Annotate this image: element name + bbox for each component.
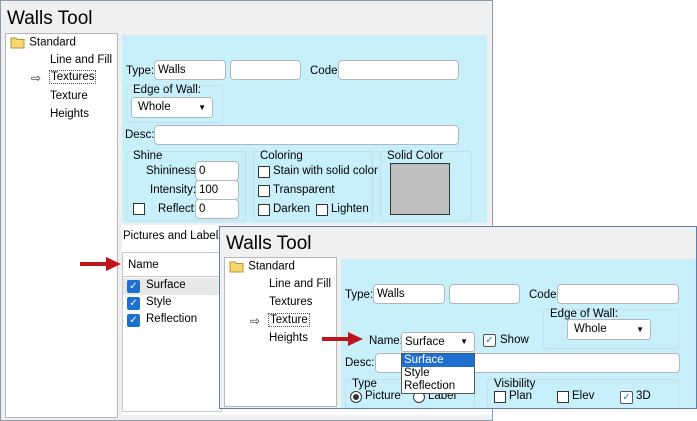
table-row[interactable]: ✓ Reflection [123, 312, 221, 329]
stain-checkbox[interactable] [258, 166, 270, 178]
tree-item-textures[interactable]: Textures [269, 296, 312, 308]
edge-of-wall-dropdown[interactable]: Whole ▼ [131, 97, 213, 118]
table-row[interactable]: ✓ Surface [123, 278, 221, 295]
coloring-label: Coloring [260, 150, 303, 162]
stain-label: Stain with solid color [273, 165, 378, 177]
tree-item-line-and-fill[interactable]: Line and Fill [269, 278, 331, 290]
transparent-label: Transparent [273, 184, 335, 196]
visibility-label: Visibility [494, 378, 536, 390]
red-arrow-icon [322, 332, 363, 346]
tree-root-label: Standard [248, 260, 295, 273]
lighten-checkbox[interactable] [316, 204, 328, 216]
tree-item-heights[interactable]: Heights [50, 108, 89, 120]
show-label: Show [500, 334, 529, 346]
plan-checkbox[interactable] [494, 391, 506, 403]
three-d-label: 3D [636, 390, 651, 402]
reflect-checkbox[interactable] [133, 203, 145, 215]
name-dropdown-list: Surface Style Reflection [401, 353, 475, 394]
shininess-input[interactable]: 0 [195, 161, 239, 181]
row-label: Style [146, 296, 172, 308]
front-window-title: Walls Tool [226, 233, 312, 254]
name-option-surface[interactable]: Surface [402, 354, 474, 367]
elev-checkbox[interactable] [557, 391, 569, 403]
picture-radio[interactable] [350, 391, 362, 403]
tree-item-heights[interactable]: Heights [269, 332, 308, 344]
front-form-panel: Type: Walls Code: Edge of Wall: Whole ▼ … [341, 259, 696, 408]
pictures-table: Name ✓ Surface ✓ Style ✓ Reflection [122, 252, 222, 412]
pictures-and-labels-header: Pictures and Labels [123, 230, 225, 242]
row-label: Surface [146, 279, 186, 291]
code-input[interactable] [338, 60, 459, 80]
edge-of-wall-value: Whole [138, 101, 171, 113]
type-input[interactable]: Walls [154, 60, 226, 80]
code-label: Code: [529, 289, 560, 301]
chevron-down-icon: ▼ [636, 325, 644, 334]
desc-label: Desc: [125, 129, 155, 141]
code-label: Code: [310, 65, 341, 77]
tree-root-label: Standard [29, 36, 76, 49]
radio-dot [353, 394, 359, 400]
tree-root-standard[interactable]: Standard [229, 260, 295, 273]
shininess-label: Shininess: [146, 165, 200, 177]
solid-color-label: Solid Color [387, 150, 444, 162]
type-group-label: Type [352, 378, 377, 390]
reflect-input[interactable]: 0 [195, 199, 239, 219]
elev-label: Elev [572, 390, 595, 402]
darken-label: Darken [273, 203, 311, 215]
desc-label: Desc: [345, 357, 375, 369]
edge-of-wall-dropdown[interactable]: Whole ▼ [567, 319, 651, 340]
tree-root-standard[interactable]: Standard [10, 36, 76, 49]
tree-item-textures-pointer-icon: ⇨ [31, 71, 42, 85]
edge-of-wall-value: Whole [574, 323, 607, 335]
type-label: Type: [345, 289, 374, 301]
plan-label: Plan [509, 390, 533, 402]
tree-item-texture[interactable]: Texture [268, 313, 310, 327]
front-window: Walls Tool Standard Line and Fill Textur… [219, 226, 697, 409]
reflection-checkbox[interactable]: ✓ [127, 314, 140, 327]
solid-color-swatch[interactable] [390, 163, 450, 215]
tree-item-line-and-fill[interactable]: Line and Fill [50, 54, 112, 66]
tree-item-texture[interactable]: Texture [50, 90, 88, 102]
surface-checkbox[interactable]: ✓ [127, 280, 140, 293]
back-form-panel: Type: Walls Code: Edge of Wall: Whole ▼ … [122, 35, 487, 223]
edge-of-wall-label: Edge of Wall: [133, 84, 201, 96]
tree-item-texture-pointer-icon: ⇨ [250, 314, 261, 328]
chevron-down-icon: ▼ [460, 337, 468, 346]
row-label: Reflection [146, 313, 198, 325]
red-arrow-icon [80, 257, 121, 271]
intensity-input[interactable]: 100 [195, 180, 239, 200]
name-column-header[interactable]: Name [123, 253, 221, 277]
back-window-title: Walls Tool [7, 8, 93, 29]
lighten-label: Lighten [331, 203, 369, 215]
name-dropdown[interactable]: Surface ▼ [401, 332, 475, 352]
desc-input[interactable] [154, 125, 459, 145]
name-option-style[interactable]: Style [402, 367, 474, 380]
folder-icon [229, 261, 244, 273]
name-option-reflection[interactable]: Reflection [402, 380, 474, 393]
type-secondary-input[interactable] [449, 284, 520, 304]
name-label: Name: [369, 335, 403, 347]
folder-icon [10, 37, 25, 49]
style-checkbox[interactable]: ✓ [127, 297, 140, 310]
darken-checkbox[interactable] [258, 204, 270, 216]
type-secondary-input[interactable] [230, 60, 301, 80]
shine-label: Shine [133, 150, 163, 162]
code-input[interactable] [557, 284, 679, 304]
chevron-down-icon: ▼ [198, 103, 206, 112]
name-column-label: Name [128, 259, 159, 271]
three-d-checkbox[interactable]: ✓ [620, 391, 633, 404]
reflect-label: Reflect: [158, 203, 197, 215]
name-dropdown-value: Surface [405, 336, 445, 348]
intensity-label: Intensity: [150, 184, 197, 196]
show-checkbox[interactable]: ✓ [483, 334, 496, 347]
tree-item-textures[interactable]: Textures [49, 70, 97, 84]
type-label: Type: [126, 65, 155, 77]
type-input[interactable]: Walls [373, 284, 445, 304]
back-tree-panel: Standard Line and Fill ⇨ Textures Textur… [5, 33, 118, 418]
transparent-checkbox[interactable] [258, 185, 270, 197]
picture-label: Picture [365, 390, 401, 402]
table-row[interactable]: ✓ Style [123, 295, 221, 312]
